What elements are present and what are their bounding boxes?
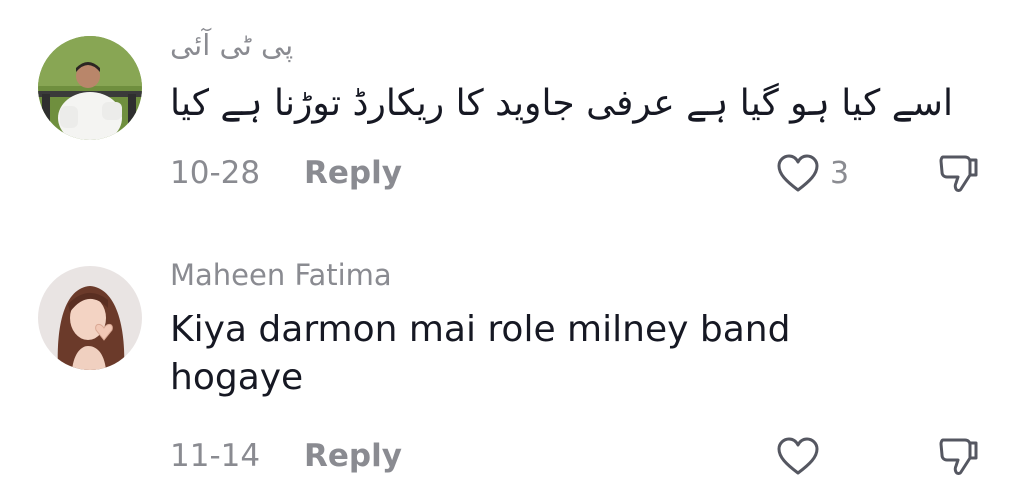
like-count: 3	[830, 155, 850, 191]
avatar-image	[38, 266, 142, 370]
comment-text: اسے کیا ہو گیا ہے عرفی جاوید کا ریکارڈ ت…	[170, 83, 953, 124]
comment-username[interactable]: پی ٹی آئی	[170, 28, 293, 62]
comment-item: Maheen Fatima Kiya darmon mai role milne…	[0, 250, 1024, 504]
reply-button[interactable]: Reply	[304, 438, 402, 474]
heart-outline-icon	[777, 154, 819, 192]
avatar-image	[38, 36, 142, 140]
comment-username[interactable]: Maheen Fatima	[170, 258, 392, 292]
avatar[interactable]	[38, 266, 142, 370]
like-button[interactable]: 3	[776, 153, 849, 193]
thumbs-down-outline-icon[interactable]	[935, 432, 983, 480]
comment-meta: 10-28 Reply	[170, 153, 402, 193]
thumbs-down-outline-icon[interactable]	[935, 149, 983, 197]
reply-button[interactable]: Reply	[304, 155, 402, 191]
comment-meta: 11-14 Reply	[170, 436, 402, 476]
heart-outline-icon	[777, 437, 819, 475]
like-button[interactable]	[776, 436, 830, 476]
comment-date: 10-28	[170, 155, 261, 191]
comment-text: Kiya darmon mai role milney band hogaye	[170, 309, 791, 398]
comment-item: پی ٹی آئی اسے کیا ہو گیا ہے عرفی جاوید ک…	[0, 0, 1024, 250]
avatar[interactable]	[38, 36, 142, 140]
comment-date: 11-14	[170, 438, 261, 474]
